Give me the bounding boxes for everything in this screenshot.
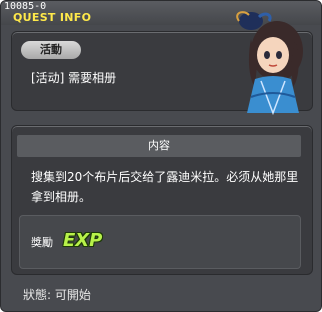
npc-portrait bbox=[236, 11, 303, 115]
quest-name: [活动] 需要相册 bbox=[31, 71, 117, 85]
quest-description: 搜集到20个布片后交给了露迪米拉。必须从她那里拿到相册。 bbox=[31, 170, 299, 204]
window-title: QUEST INFO bbox=[13, 11, 92, 24]
reward-box bbox=[19, 215, 301, 269]
category-badge: 活動 bbox=[21, 41, 81, 59]
quest-info-window: 10085-0 QUEST INFO 活動 [活动] 需要相册 内容 搜集到20… bbox=[0, 0, 322, 312]
quest-status: 狀態: 可開始 bbox=[23, 288, 91, 302]
exp-icon: EXP bbox=[63, 230, 103, 251]
section-header-content: 内容 bbox=[17, 135, 301, 157]
reward-label: 獎勵 bbox=[31, 236, 53, 249]
